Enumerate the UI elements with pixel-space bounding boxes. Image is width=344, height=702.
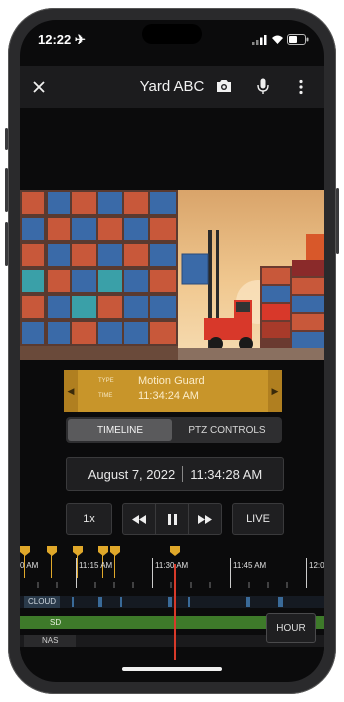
cloud-recording-segment — [120, 597, 122, 607]
playback-speed-label: 1x — [83, 513, 95, 525]
cellular-signal-icon — [252, 35, 267, 45]
app-header: Yard ABC — [20, 66, 324, 108]
cloud-recording-segment — [246, 597, 250, 607]
playback-date: August 7, 2022 — [87, 466, 176, 482]
page-title: Yard ABC — [139, 78, 205, 95]
playhead[interactable] — [174, 564, 176, 660]
event-marker[interactable] — [98, 546, 108, 556]
event-marker[interactable] — [170, 546, 180, 556]
event-marker[interactable] — [110, 546, 120, 556]
cloud-recording-segment — [72, 597, 74, 607]
event-type-value: Motion Guard — [138, 375, 205, 387]
previous-event-button[interactable]: ◀ — [64, 370, 78, 412]
microphone-icon[interactable] — [257, 78, 269, 95]
event-type-label: TYPE — [98, 378, 114, 384]
chevron-left-icon: ◀ — [67, 385, 75, 396]
cloud-recording-segment — [188, 597, 190, 607]
event-time-label: TIME — [98, 393, 113, 399]
playback-time: 11:34:28 AM — [190, 466, 263, 482]
event-marker[interactable] — [73, 546, 83, 556]
tab-timeline[interactable]: TIMELINE — [68, 419, 172, 441]
camera-icon[interactable] — [216, 79, 232, 93]
phone-screen: 12:22 ✈ Yard ABC ◀ ▶ TYPE Motion Guard T… — [20, 20, 324, 682]
tick-label: 12:0 — [309, 561, 324, 570]
camera-video-feed[interactable] — [20, 190, 324, 360]
minor-ticks — [37, 582, 288, 588]
nas-track-label: NAS — [24, 635, 77, 647]
tick-label: 11:30 AM — [155, 561, 189, 570]
next-event-button[interactable]: ▶ — [268, 370, 282, 412]
tick-label: 0 AM — [20, 561, 39, 570]
fast-forward-button[interactable] — [189, 504, 221, 534]
view-tabs: TIMELINE PTZ CONTROLS — [66, 417, 282, 443]
tab-ptz-controls[interactable]: PTZ CONTROLS — [174, 417, 280, 443]
cloud-recording-segment — [168, 597, 172, 607]
power-button — [336, 188, 339, 254]
status-time: 12:22 ✈ — [38, 32, 86, 47]
cloud-recording-segment — [98, 597, 102, 607]
volume-up-button — [5, 168, 8, 212]
cloud-track: CLOUD — [20, 596, 324, 608]
wifi-icon — [272, 35, 283, 44]
sd-track-label: SD — [50, 618, 62, 627]
more-options-icon[interactable] — [298, 79, 304, 95]
event-card[interactable]: ◀ ▶ TYPE Motion Guard TIME 11:34:24 AM — [64, 370, 282, 412]
cloud-recording-segment — [278, 597, 283, 607]
zoom-level-button[interactable]: HOUR — [266, 613, 316, 643]
rewind-button[interactable] — [123, 504, 156, 534]
pause-icon — [167, 513, 177, 525]
pause-button[interactable] — [156, 504, 189, 534]
yard-camera-image — [20, 190, 324, 360]
cloud-track-label: CLOUD — [24, 596, 61, 608]
tab-timeline-label: TIMELINE — [96, 424, 144, 436]
transport-controls — [122, 503, 222, 535]
battery-icon — [287, 34, 309, 45]
camera-notch — [142, 24, 202, 44]
zoom-level-label: HOUR — [276, 622, 306, 634]
tick-label: 11:45 AM — [233, 561, 267, 570]
mute-switch — [5, 128, 8, 150]
live-label: LIVE — [246, 513, 270, 525]
live-button[interactable]: LIVE — [232, 503, 284, 535]
fast-forward-icon — [198, 514, 212, 524]
volume-down-button — [5, 222, 8, 266]
home-indicator[interactable] — [122, 667, 222, 671]
datetime-divider — [182, 466, 184, 482]
playback-datetime-picker[interactable]: August 7, 2022 11:34:28 AM — [66, 457, 284, 491]
event-marker[interactable] — [47, 546, 57, 556]
chevron-right-icon: ▶ — [271, 385, 279, 396]
playback-speed-button[interactable]: 1x — [66, 503, 112, 535]
event-time-value: 11:34:24 AM — [138, 390, 199, 402]
event-marker[interactable] — [20, 546, 30, 556]
rewind-icon — [132, 514, 146, 524]
tab-ptz-controls-label: PTZ CONTROLS — [188, 424, 266, 436]
tick-label: 11:15 AM — [79, 561, 113, 570]
